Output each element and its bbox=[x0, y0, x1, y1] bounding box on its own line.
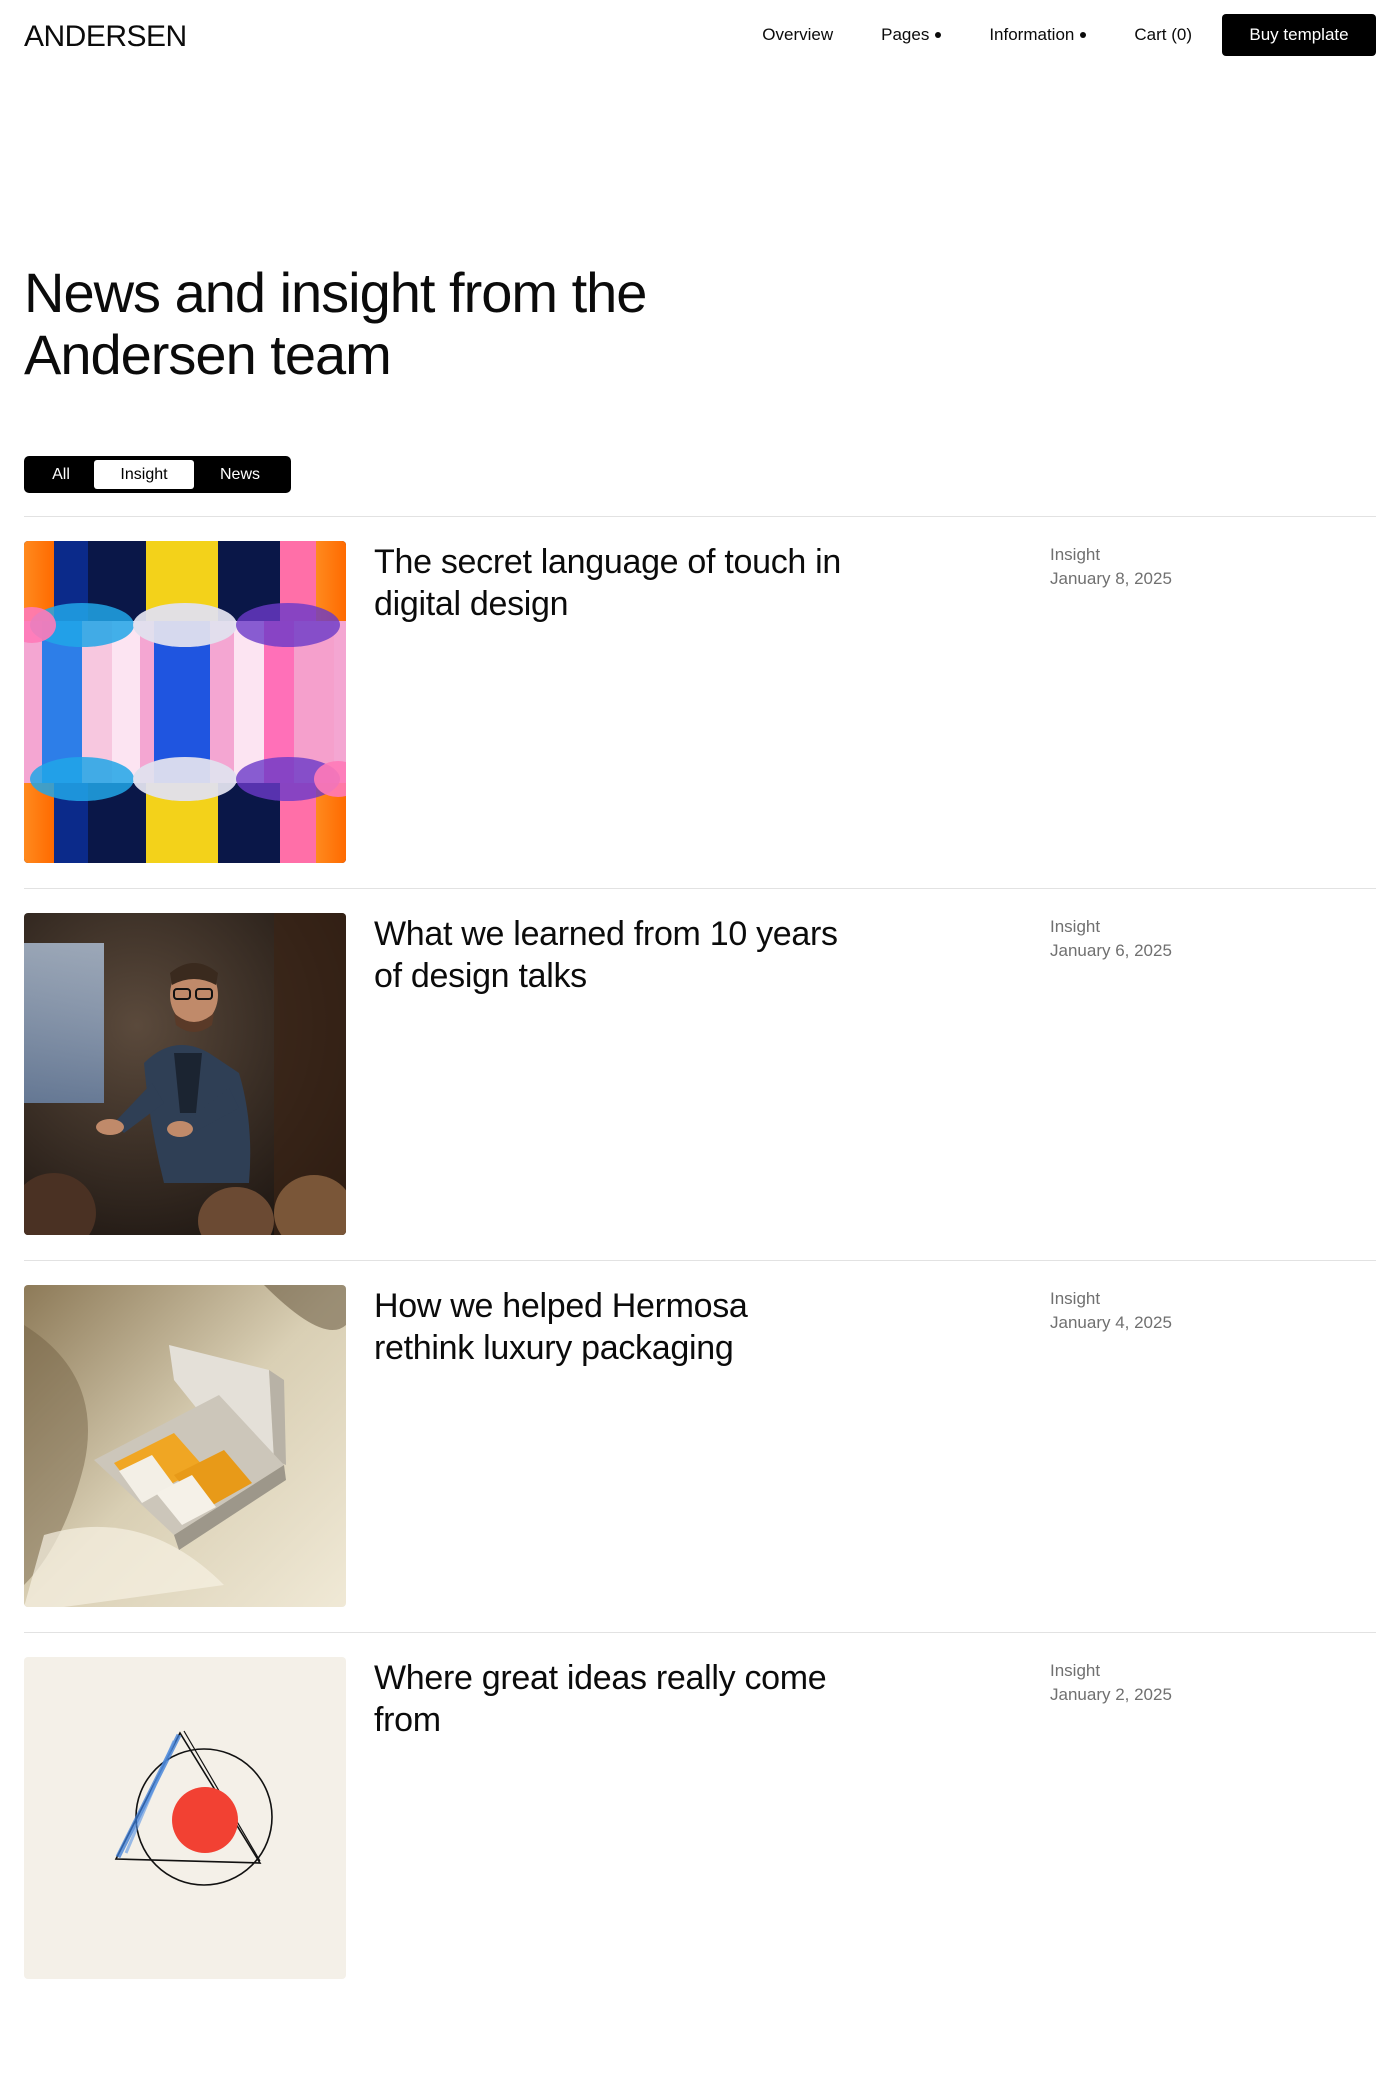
sketch-illustration[interactable] bbox=[24, 1657, 346, 1979]
post-title[interactable]: What we learned from 10 years of design … bbox=[374, 913, 844, 997]
post-category: Insight bbox=[1050, 545, 1101, 564]
nav-pages[interactable]: Pages bbox=[881, 25, 942, 45]
page-title-line-2: Andersen team bbox=[24, 323, 392, 386]
post-meta: Insight January 8, 2025 bbox=[1050, 543, 1172, 591]
nav-cart[interactable]: Cart (0) bbox=[1134, 25, 1192, 45]
page-title: News and insight from the Andersen team bbox=[24, 262, 784, 386]
post-meta: Insight January 2, 2025 bbox=[1050, 1659, 1172, 1707]
post-category: Insight bbox=[1050, 917, 1101, 936]
site-logo[interactable]: ANDERSEN bbox=[24, 20, 187, 54]
dropdown-dot-icon bbox=[1080, 32, 1087, 38]
post-meta: Insight January 4, 2025 bbox=[1050, 1287, 1172, 1335]
category-filter: All Insight News bbox=[24, 456, 291, 493]
packaging-photo[interactable] bbox=[24, 1285, 346, 1607]
nav-information[interactable]: Information bbox=[989, 25, 1087, 45]
post-date: January 8, 2025 bbox=[1050, 569, 1172, 588]
post-title[interactable]: The secret language of touch in digital … bbox=[374, 541, 844, 625]
nav-cart-label: Cart (0) bbox=[1134, 25, 1192, 44]
post-date: January 2, 2025 bbox=[1050, 1685, 1172, 1704]
filter-insight[interactable]: Insight bbox=[94, 460, 194, 489]
post-item[interactable]: What we learned from 10 years of design … bbox=[24, 888, 1376, 1260]
page-title-line-1: News and insight from the bbox=[24, 261, 647, 324]
filter-news[interactable]: News bbox=[194, 460, 286, 489]
nav-pages-label: Pages bbox=[881, 25, 930, 44]
filter-all[interactable]: All bbox=[28, 460, 94, 489]
main-nav: Overview Pages Information Cart (0) Buy … bbox=[762, 14, 1376, 56]
post-title[interactable]: Where great ideas really come from bbox=[374, 1657, 844, 1741]
post-date: January 6, 2025 bbox=[1050, 941, 1172, 960]
nav-overview[interactable]: Overview bbox=[762, 25, 833, 45]
speaker-photo[interactable] bbox=[24, 913, 346, 1235]
post-category: Insight bbox=[1050, 1289, 1101, 1308]
post-date: January 4, 2025 bbox=[1050, 1313, 1172, 1332]
abstract-pattern-image[interactable] bbox=[24, 541, 346, 863]
post-item[interactable]: Where great ideas really come from Insig… bbox=[24, 1632, 1376, 2004]
nav-overview-label: Overview bbox=[762, 25, 834, 44]
buy-template-button[interactable]: Buy template bbox=[1222, 14, 1376, 56]
post-item[interactable]: How we helped Hermosa rethink luxury pac… bbox=[24, 1260, 1376, 1632]
post-item[interactable]: The secret language of touch in digital … bbox=[24, 516, 1376, 888]
site-header: ANDERSEN Overview Pages Information Cart… bbox=[0, 0, 1400, 72]
post-meta: Insight January 6, 2025 bbox=[1050, 915, 1172, 963]
dropdown-dot-icon bbox=[935, 32, 942, 38]
post-category: Insight bbox=[1050, 1661, 1101, 1680]
nav-information-label: Information bbox=[989, 25, 1075, 44]
post-title[interactable]: How we helped Hermosa rethink luxury pac… bbox=[374, 1285, 844, 1369]
post-list: The secret language of touch in digital … bbox=[24, 516, 1376, 2004]
